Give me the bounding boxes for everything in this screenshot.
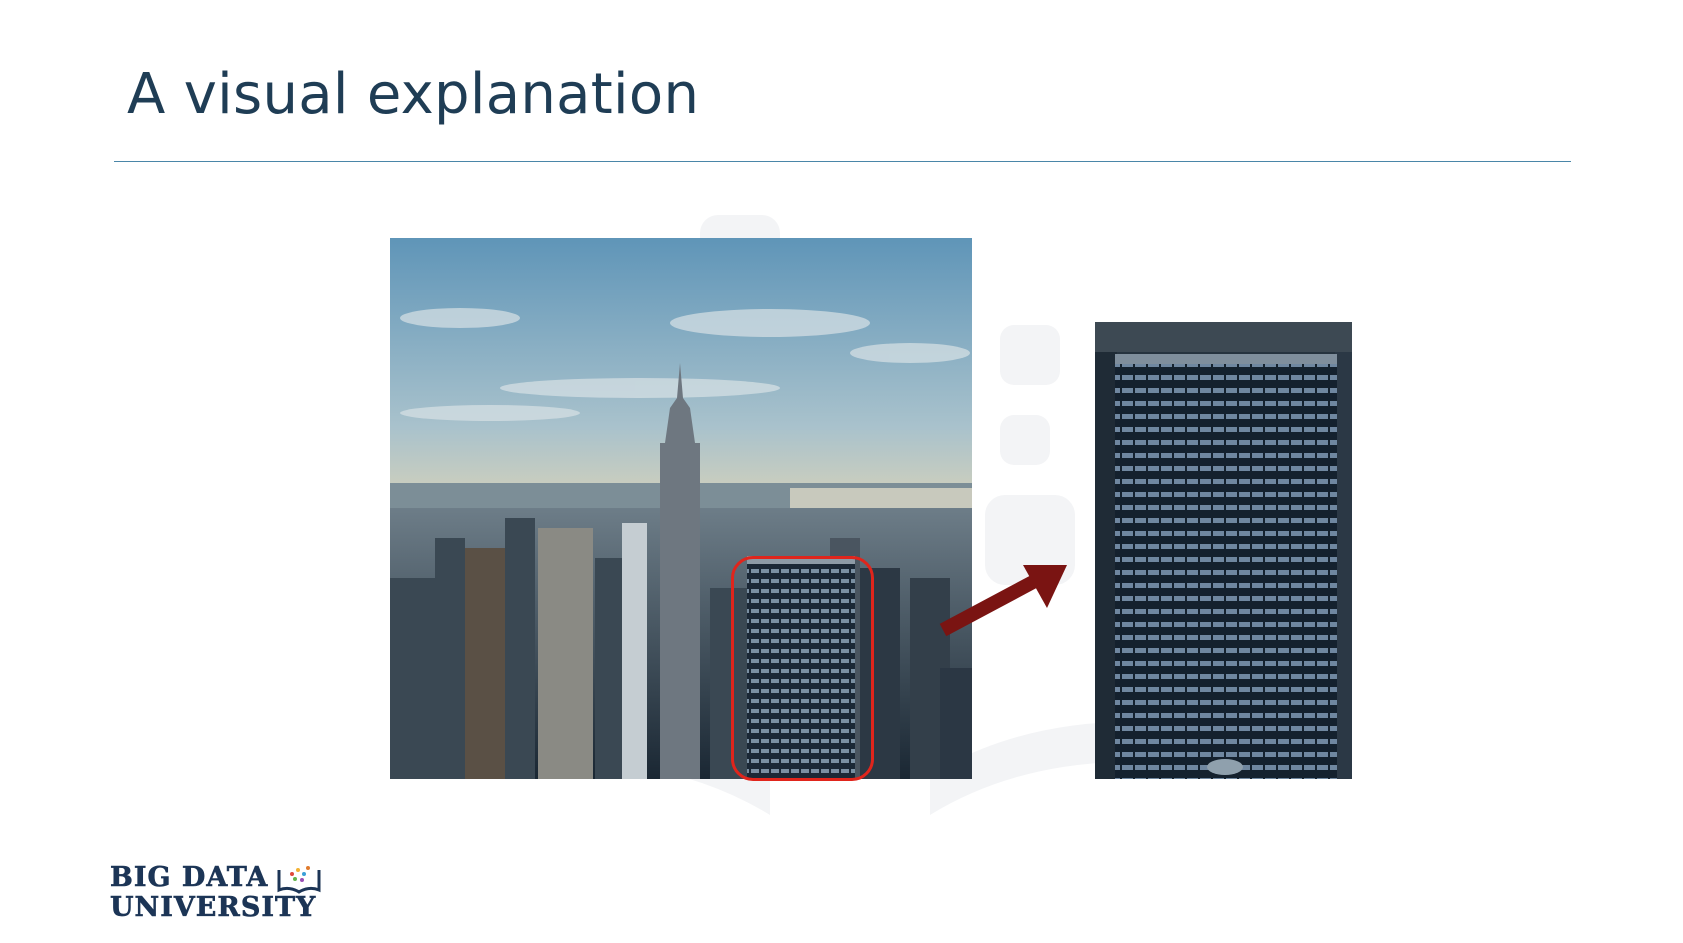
title-divider bbox=[114, 161, 1571, 162]
logo-line2: UNIVERSITY bbox=[110, 892, 317, 923]
city-skyline-illustration bbox=[390, 238, 972, 779]
zoomed-building-illustration bbox=[1095, 322, 1352, 779]
open-book-icon bbox=[277, 866, 321, 894]
slide-title: A visual explanation bbox=[127, 62, 700, 127]
arrow-icon bbox=[939, 565, 1067, 637]
logo-line1: BIG DATA bbox=[110, 862, 269, 893]
big-data-university-logo: BIG DATA UNIVERSITY bbox=[110, 862, 330, 932]
highlight-box bbox=[731, 556, 874, 781]
slide: A visual explanation BIG DATA UNIVERSITY bbox=[0, 0, 1683, 943]
zoomed-building-photo bbox=[1095, 322, 1352, 779]
city-skyline-photo bbox=[390, 238, 972, 779]
